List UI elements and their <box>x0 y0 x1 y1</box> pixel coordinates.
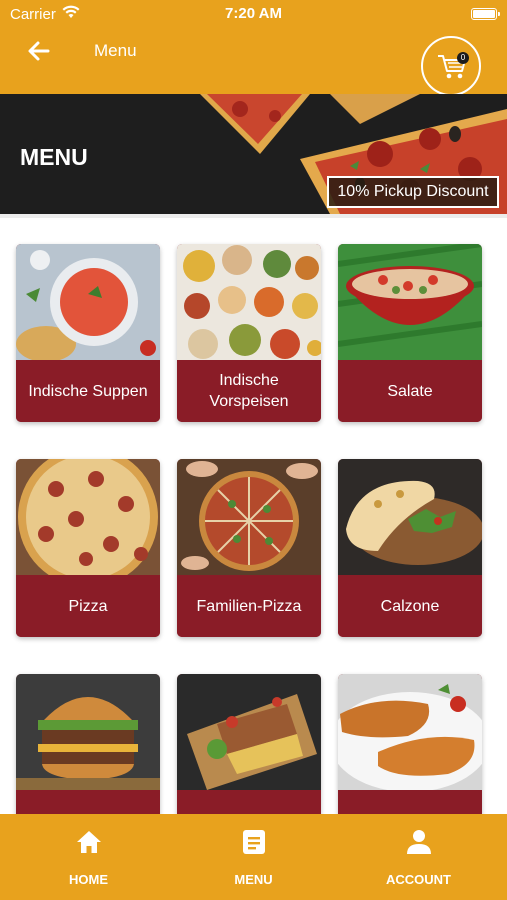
app-header: Menu 0 <box>0 28 507 96</box>
category-card[interactable]: Indische Suppen <box>16 244 160 422</box>
category-label: Salate <box>338 360 482 422</box>
clock: 7:20 AM <box>225 5 282 22</box>
salad-image <box>338 244 482 360</box>
nav-account-label: ACCOUNT <box>386 872 451 887</box>
category-label: Familien-Pizza <box>177 575 321 637</box>
nav-menu[interactable]: MENU <box>169 814 338 900</box>
category-label: Pizza <box>16 575 160 637</box>
burger-image <box>16 674 160 790</box>
pizza-image <box>16 459 160 575</box>
category-label: Calzone <box>338 575 482 637</box>
cart-count-badge: 0 <box>457 52 469 64</box>
schnitzel-image <box>338 674 482 790</box>
nav-menu-label: MENU <box>234 872 273 887</box>
category-card[interactable] <box>338 674 482 814</box>
nav-account[interactable]: ACCOUNT <box>334 814 503 900</box>
doner-plate-image <box>177 674 321 790</box>
account-icon <box>334 828 503 856</box>
page-title: Menu <box>94 41 137 60</box>
nav-home[interactable]: HOME <box>4 814 173 900</box>
indian-starters-image <box>177 244 321 360</box>
category-card[interactable]: Calzone <box>338 459 482 637</box>
category-label <box>338 790 482 814</box>
battery-icon <box>471 8 500 20</box>
category-card[interactable]: Indische Vorspeisen <box>177 244 321 422</box>
bottom-nav: HOME MENU ACCOUNT <box>0 814 507 900</box>
cart-button[interactable]: 0 <box>421 36 481 96</box>
nav-home-label: HOME <box>69 872 108 887</box>
category-label: Indische Vorspeisen <box>177 360 321 422</box>
hero-title: MENU <box>20 144 88 170</box>
category-card[interactable]: Familien-Pizza <box>177 459 321 637</box>
family-pizza-image <box>177 459 321 575</box>
category-label <box>177 790 321 814</box>
category-card[interactable]: Pizza <box>16 459 160 637</box>
back-arrow-icon[interactable] <box>26 38 52 64</box>
category-card[interactable]: Salate <box>338 244 482 422</box>
menu-list-icon <box>169 828 338 856</box>
category-card[interactable] <box>16 674 160 814</box>
hero-banner: MENU 10% Pickup Discount <box>0 94 507 214</box>
soup-image <box>16 244 160 360</box>
category-grid: Indische Suppen Indische Vorspeisen Sala… <box>0 218 507 814</box>
category-label: Indische Suppen <box>16 360 160 422</box>
category-label <box>16 790 160 814</box>
status-bar: Carrier 7:20 AM <box>0 0 507 28</box>
pickup-discount-badge: 10% Pickup Discount <box>327 176 499 208</box>
category-card[interactable] <box>177 674 321 814</box>
home-icon <box>4 828 173 856</box>
calzone-image <box>338 459 482 575</box>
